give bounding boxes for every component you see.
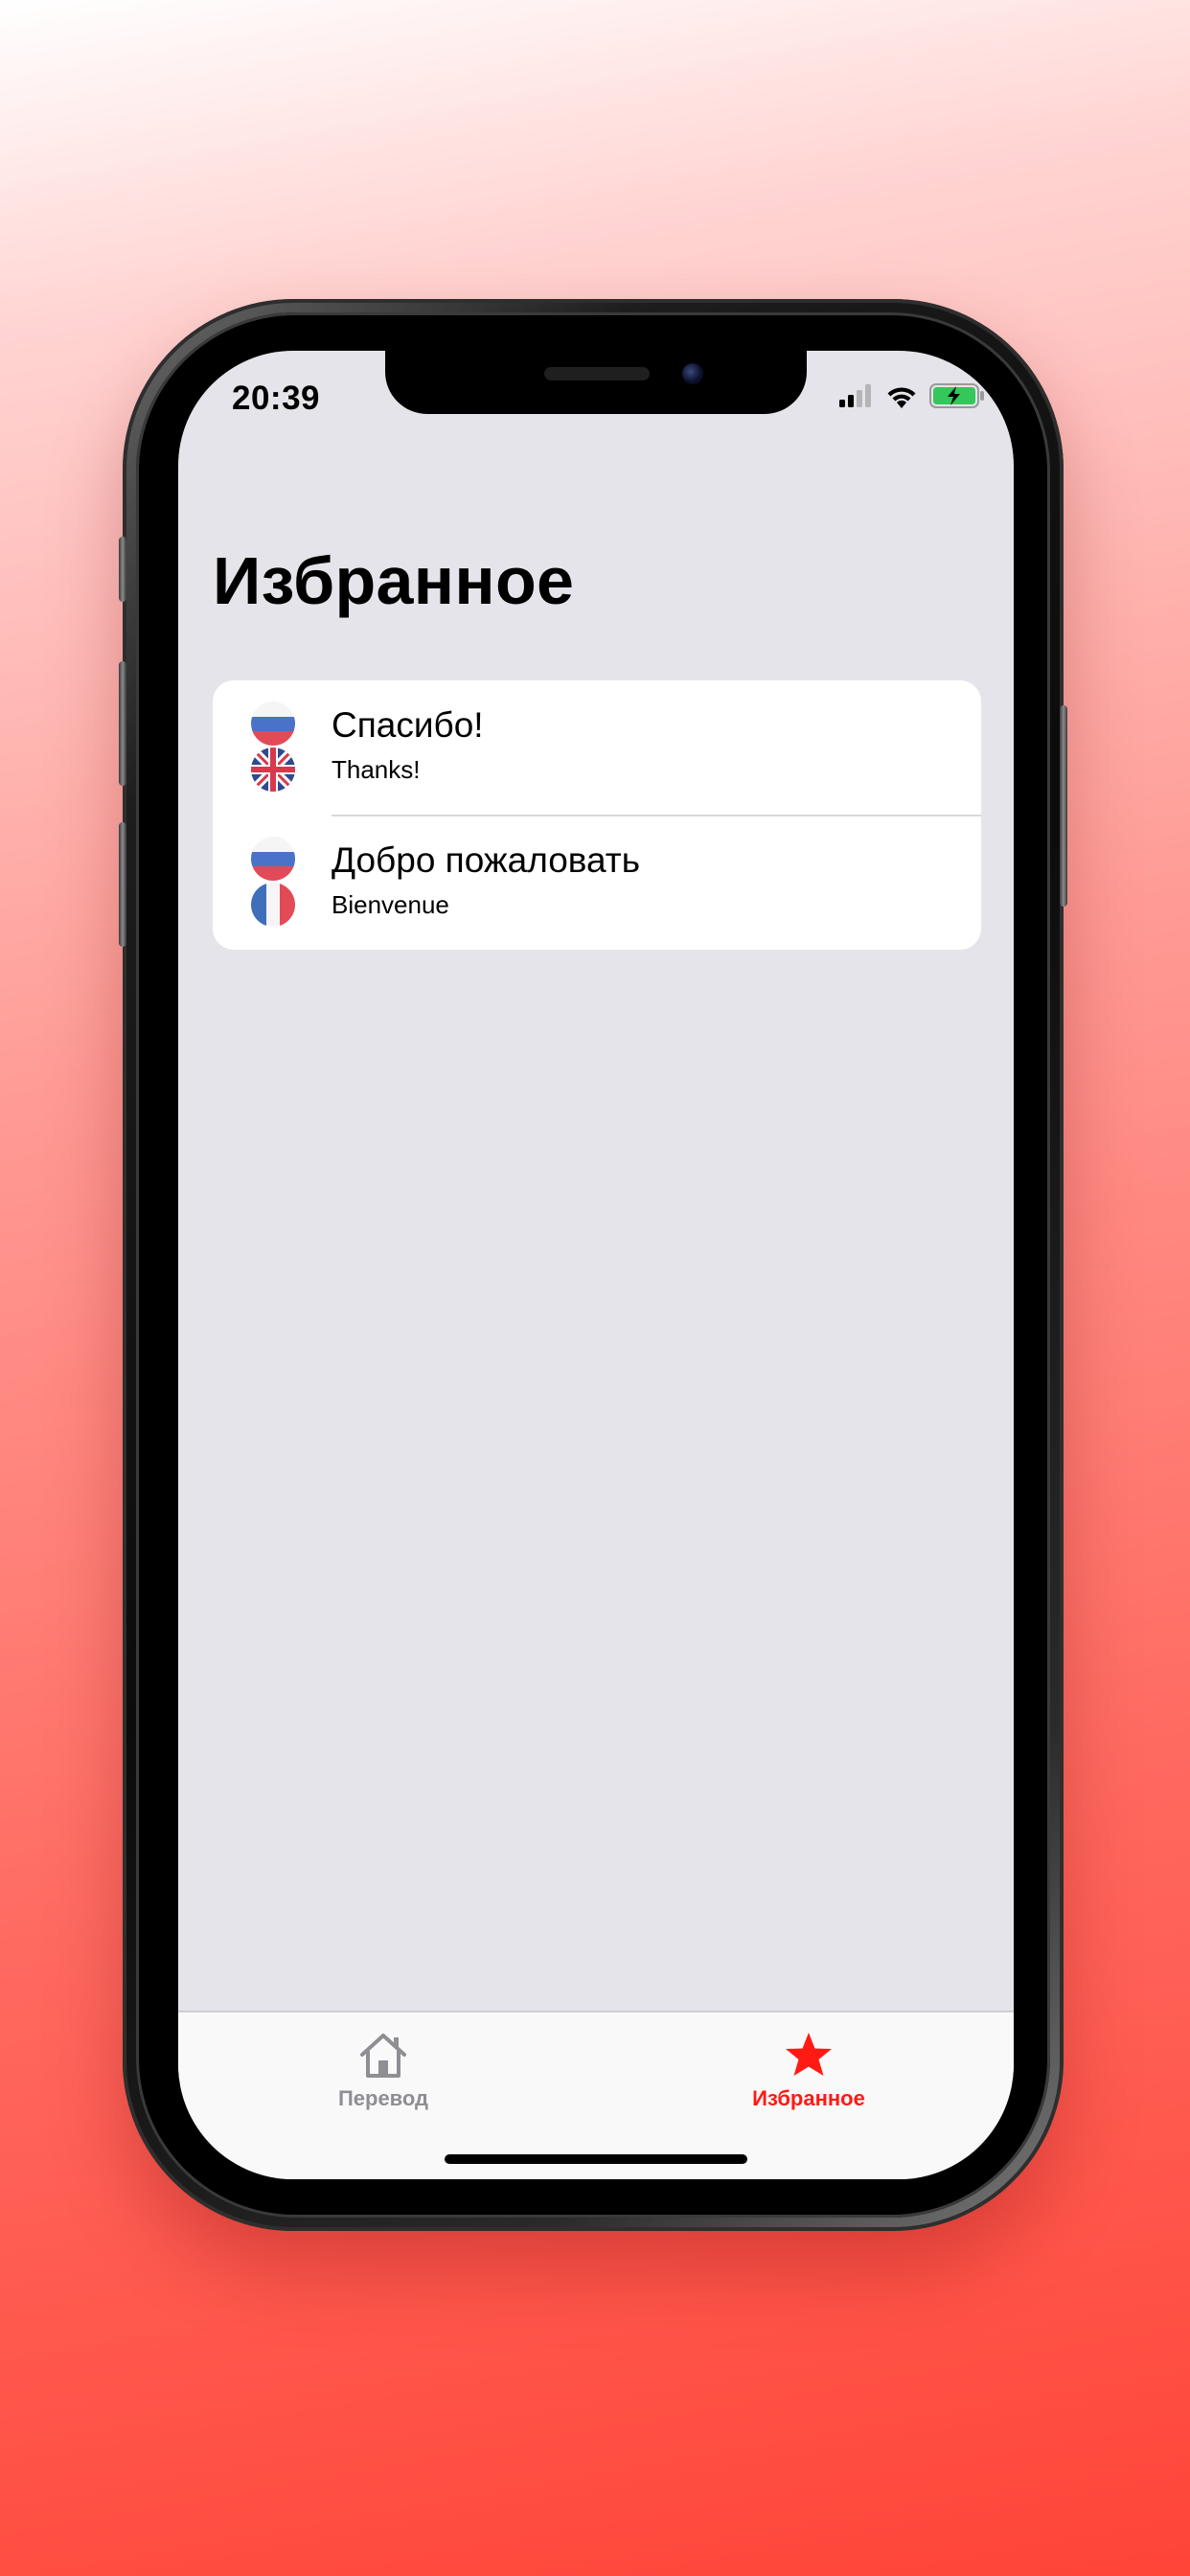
uk-flag-icon	[251, 748, 295, 792]
status-icons	[839, 383, 985, 413]
cellular-signal-icon	[839, 384, 874, 412]
wifi-icon	[885, 383, 918, 413]
power-button	[1060, 705, 1067, 907]
translated-phrase: Bienvenue	[332, 890, 449, 919]
front-camera	[682, 363, 703, 384]
star-icon	[782, 2033, 835, 2082]
list-item[interactable]: Спасибо! Thanks!	[213, 680, 981, 816]
volume-up-button	[119, 661, 126, 786]
earpiece-speaker	[544, 367, 650, 380]
tab-favorites[interactable]: Избранное	[703, 2032, 914, 2111]
tab-label: Избранное	[752, 2086, 865, 2110]
house-icon	[356, 2034, 410, 2082]
france-flag-icon	[251, 883, 295, 927]
volume-down-button	[119, 822, 126, 947]
notch	[385, 351, 807, 414]
source-phrase: Спасибо!	[332, 705, 484, 745]
language-pair-flags	[251, 837, 297, 929]
status-time: 20:39	[232, 380, 321, 417]
tab-label: Перевод	[337, 2086, 429, 2110]
language-pair-flags	[251, 702, 297, 794]
source-phrase: Добро пожаловать	[332, 840, 641, 880]
battery-charging-icon	[929, 383, 985, 413]
russia-flag-icon	[251, 837, 295, 881]
app-screen: 20:39 Избранное Спасибо! Thanks! Добро п…	[178, 351, 1014, 2179]
favorites-list: Спасибо! Thanks! Добро пожаловать Bienve…	[213, 680, 981, 950]
list-item[interactable]: Добро пожаловать Bienvenue	[213, 816, 981, 950]
russia-flag-icon	[251, 702, 295, 746]
page-title: Избранное	[213, 543, 575, 618]
silent-switch	[119, 537, 126, 602]
translated-phrase: Thanks!	[332, 755, 421, 784]
home-indicator[interactable]	[445, 2154, 747, 2164]
tab-translate[interactable]: Перевод	[278, 2032, 489, 2111]
